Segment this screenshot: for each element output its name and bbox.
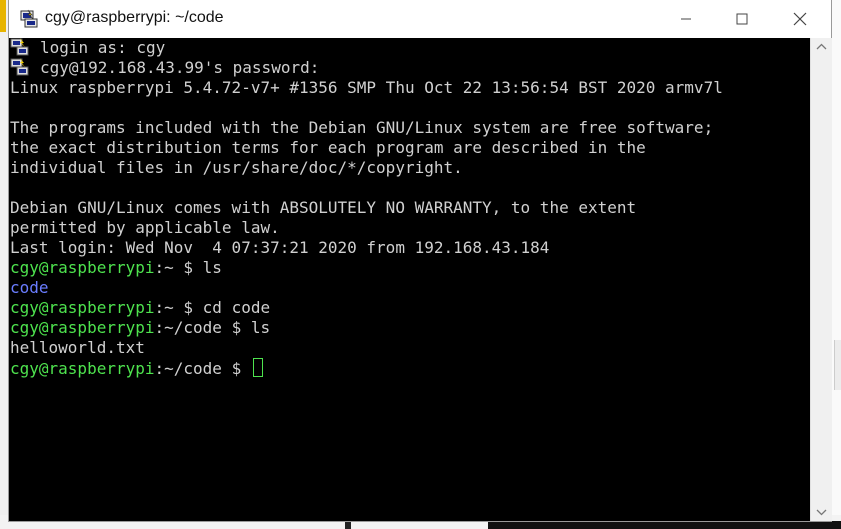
text-cursor xyxy=(252,358,263,377)
background-dark-window xyxy=(488,521,841,529)
scroll-up-button[interactable] xyxy=(811,38,832,56)
prompt-dollar: $ xyxy=(173,298,203,317)
vertical-scrollbar[interactable] xyxy=(810,38,832,521)
prompt-path: :~ xyxy=(154,298,174,317)
prompt-dollar: $ xyxy=(173,258,203,277)
putty-window: cgy@raspberrypi: ~/code login as: cgy cg… xyxy=(9,0,832,521)
maximize-icon xyxy=(736,13,748,25)
login-line: login as: cgy xyxy=(10,38,723,58)
command-text: ls xyxy=(202,258,222,277)
terminal-line: Linux raspberrypi 5.4.72-v7+ #1356 SMP T… xyxy=(10,78,723,97)
prompt-dollar: $ xyxy=(221,318,251,337)
prompt-user: cgy@raspberrypi xyxy=(10,359,155,378)
prompt-line: cgy@raspberrypi:~ $ cd code xyxy=(10,298,723,318)
password-line: cgy@192.168.43.99's password: xyxy=(10,58,723,78)
terminal-line: the exact distribution terms for each pr… xyxy=(10,138,646,157)
command-text: cd code xyxy=(202,298,271,317)
title-bar[interactable]: cgy@raspberrypi: ~/code xyxy=(9,0,831,38)
putty-key-icon xyxy=(10,58,29,76)
terminal-line: The programs included with the Debian GN… xyxy=(10,118,714,137)
close-button[interactable] xyxy=(771,0,829,38)
prompt-user: cgy@raspberrypi xyxy=(10,318,155,337)
prompt-line: cgy@raspberrypi:~ $ ls xyxy=(10,258,723,278)
close-icon xyxy=(793,12,807,26)
prompt-path: :~/code xyxy=(154,359,222,378)
window-title: cgy@raspberrypi: ~/code xyxy=(45,9,224,26)
directory-listing: code xyxy=(10,278,49,297)
terminal-line: Debian GNU/Linux comes with ABSOLUTELY N… xyxy=(10,198,637,217)
active-prompt-line[interactable]: cgy@raspberrypi:~/code $ xyxy=(10,358,723,378)
background-desktop-right xyxy=(831,0,841,529)
scroll-down-button[interactable] xyxy=(811,503,832,521)
background-app-strip xyxy=(0,0,6,32)
command-text: ls xyxy=(250,318,271,337)
login-text: login as: cgy xyxy=(40,38,166,57)
chevron-down-icon xyxy=(816,509,827,516)
minimize-button[interactable] xyxy=(657,0,715,38)
terminal-line: permitted by applicable law. xyxy=(10,218,280,237)
background-window-edge xyxy=(834,340,841,390)
terminal-line: Last login: Wed Nov 4 07:37:21 2020 from… xyxy=(10,238,550,257)
prompt-dollar: $ xyxy=(221,359,251,378)
chevron-up-icon xyxy=(816,43,827,50)
putty-icon[interactable] xyxy=(19,9,39,29)
terminal-line: individual files in /usr/share/doc/*/cop… xyxy=(10,158,463,177)
prompt-path: :~ xyxy=(154,258,174,277)
terminal-output: login as: cgy cgy@192.168.43.99's passwo… xyxy=(10,38,723,378)
prompt-line: cgy@raspberrypi:~/code $ ls xyxy=(10,318,723,338)
prompt-path: :~/code xyxy=(154,318,222,337)
password-text: cgy@192.168.43.99's password: xyxy=(40,58,320,77)
terminal-screen[interactable]: login as: cgy cgy@192.168.43.99's passwo… xyxy=(9,38,810,521)
putty-key-icon xyxy=(10,38,29,56)
minimize-icon xyxy=(681,18,691,20)
prompt-user: cgy@raspberrypi xyxy=(10,298,155,317)
file-listing: helloworld.txt xyxy=(10,338,145,357)
maximize-button[interactable] xyxy=(713,0,771,38)
prompt-user: cgy@raspberrypi xyxy=(10,258,155,277)
